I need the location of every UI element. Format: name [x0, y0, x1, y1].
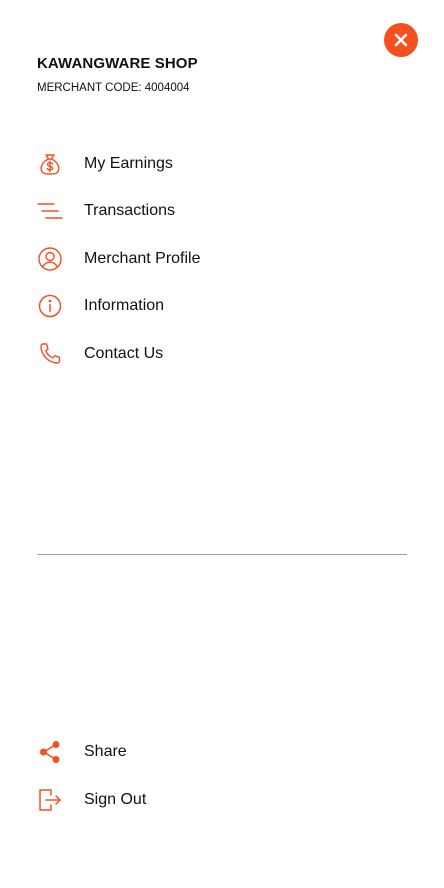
menu-item-label: Sign Out — [84, 791, 147, 808]
sign-out-icon — [37, 787, 63, 813]
close-button[interactable] — [384, 23, 418, 57]
menu-item-sign-out[interactable]: Sign Out — [37, 782, 407, 818]
menu-item-contact-us[interactable]: Contact Us — [37, 336, 407, 372]
menu-item-label: Transactions — [84, 202, 175, 219]
shop-name: KAWANGWARE SHOP — [37, 55, 198, 72]
share-icon — [37, 739, 63, 765]
menu-item-merchant-profile[interactable]: Merchant Profile — [37, 241, 407, 277]
navigation-drawer: KAWANGWARE SHOP MERCHANT CODE: 4004004 M… — [0, 0, 444, 888]
close-icon — [394, 33, 408, 47]
merchant-code: MERCHANT CODE: 4004004 — [37, 82, 190, 94]
menu-item-label: Information — [84, 297, 165, 314]
user-circle-icon — [37, 246, 63, 272]
money-bag-icon — [37, 151, 63, 177]
phone-icon — [37, 341, 63, 367]
divider — [37, 554, 407, 555]
menu-item-share[interactable]: Share — [37, 734, 407, 770]
menu-item-label: Share — [84, 743, 127, 760]
menu-item-information[interactable]: Information — [37, 288, 407, 324]
menu-item-label: Contact Us — [84, 345, 164, 362]
menu-item-label: Merchant Profile — [84, 250, 201, 267]
info-icon — [37, 293, 63, 319]
menu-item-label: My Earnings — [84, 155, 173, 172]
list-lines-icon — [37, 198, 63, 224]
menu-item-transactions[interactable]: Transactions — [37, 193, 407, 229]
menu-item-my-earnings[interactable]: My Earnings — [37, 146, 407, 182]
